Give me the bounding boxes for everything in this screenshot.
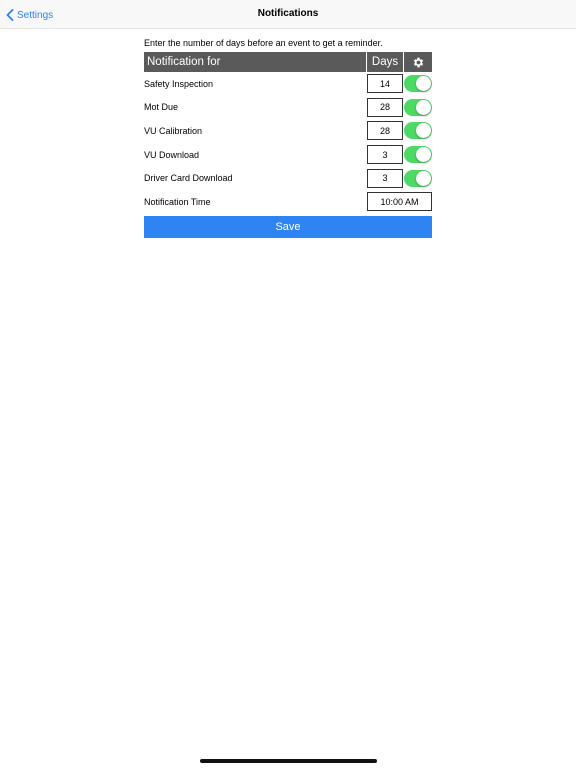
- settings-gear-button[interactable]: [404, 52, 432, 72]
- days-input-driver-card-download[interactable]: [367, 168, 403, 188]
- save-button[interactable]: Save: [144, 215, 432, 238]
- days-input-mot-due[interactable]: [367, 97, 403, 117]
- row-label-mot-due: Mot Due: [144, 102, 179, 113]
- list-item: Safety Inspection: [144, 72, 432, 96]
- toggle-driver-card-download[interactable]: [404, 169, 432, 187]
- notification-time-input[interactable]: [367, 192, 432, 212]
- notification-settings: Enter the number of days before an event…: [144, 37, 432, 238]
- toggle-vu-calibration[interactable]: [404, 122, 432, 140]
- toggle-knob: [416, 99, 431, 115]
- instruction-text: Enter the number of days before an event…: [144, 38, 383, 48]
- page-title: Notifications: [257, 8, 319, 19]
- notification-time-row: Notification Time: [144, 190, 432, 214]
- toggle-knob: [416, 147, 431, 163]
- notification-time-label: Notification Time: [144, 196, 211, 207]
- header-notification-for: Notification for: [144, 52, 367, 72]
- home-indicator: [200, 759, 377, 763]
- toggle-vu-download[interactable]: [404, 146, 432, 164]
- toggle-knob: [416, 123, 431, 139]
- row-label-vu-calibration: VU Calibration: [144, 125, 203, 136]
- toggle-knob: [416, 76, 431, 92]
- toggle-safety-inspection[interactable]: [404, 75, 432, 93]
- row-label-vu-download: VU Download: [144, 149, 200, 160]
- list-item: Driver Card Download: [144, 166, 432, 190]
- days-input-vu-download[interactable]: [367, 145, 403, 165]
- header-days: Days: [367, 52, 404, 72]
- list-item: Mot Due: [144, 96, 432, 120]
- navigation-bar: Settings Notifications: [0, 0, 576, 29]
- days-input-vu-calibration[interactable]: [367, 121, 403, 141]
- days-input-safety-inspection[interactable]: [367, 74, 403, 94]
- toggle-mot-due[interactable]: [404, 98, 432, 116]
- row-label-safety-inspection: Safety Inspection: [144, 78, 214, 89]
- list-item: VU Download: [144, 143, 432, 167]
- toggle-knob: [416, 170, 431, 186]
- row-label-driver-card-download: Driver Card Download: [144, 173, 233, 184]
- table-header: Notification for Days: [144, 52, 432, 72]
- gear-icon: [413, 57, 423, 67]
- list-item: VU Calibration: [144, 119, 432, 143]
